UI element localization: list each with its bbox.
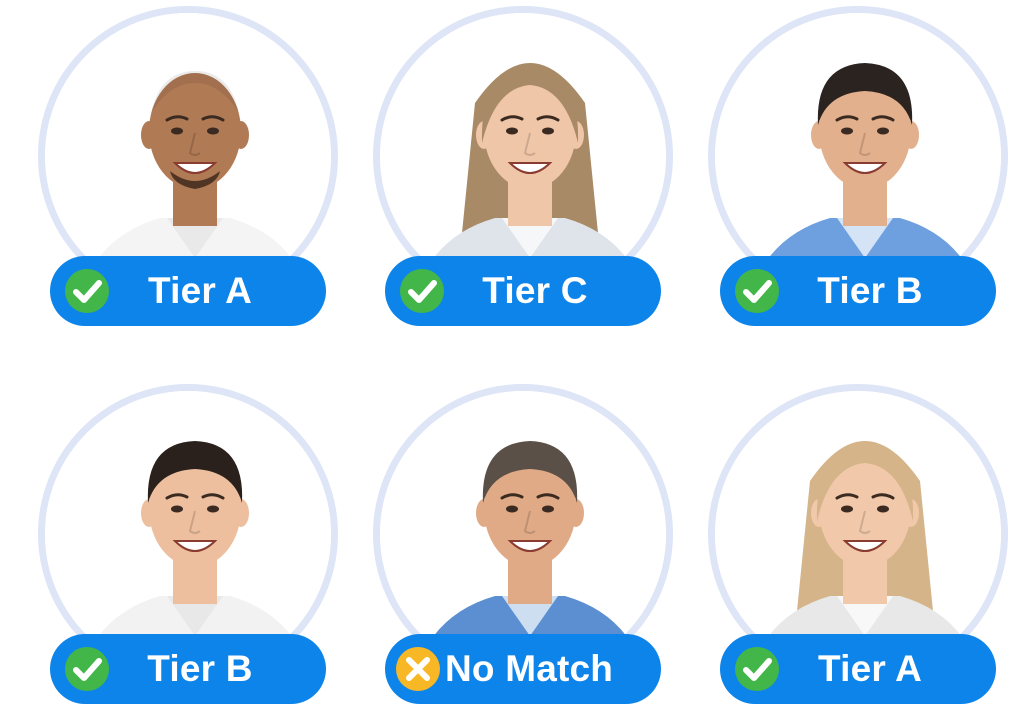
candidate-card-6[interactable]: Tier A <box>708 384 1027 704</box>
candidate-card-2[interactable]: Tier C <box>373 6 693 326</box>
tier-label: Tier B <box>817 270 923 311</box>
tier-badge[interactable]: No Match <box>385 634 661 704</box>
tier-badge[interactable]: Tier A <box>50 256 326 326</box>
x-circle-icon <box>395 646 441 692</box>
check-circle-icon <box>64 646 110 692</box>
check-circle-icon <box>399 268 445 314</box>
tier-label: Tier A <box>817 648 923 689</box>
candidate-card-5[interactable]: No Match <box>373 384 693 704</box>
tier-badge[interactable]: Tier B <box>50 634 326 704</box>
check-circle-icon <box>734 646 780 692</box>
tier-badge[interactable]: Tier B <box>720 256 996 326</box>
tier-label: Tier C <box>482 270 588 311</box>
candidate-card-1[interactable]: Tier A <box>38 6 358 326</box>
tier-badge[interactable]: Tier C <box>385 256 661 326</box>
check-circle-icon <box>734 268 780 314</box>
check-circle-icon <box>64 268 110 314</box>
tier-label: Tier B <box>147 648 253 689</box>
candidate-card-3[interactable]: Tier B <box>708 6 1027 326</box>
candidate-card-4[interactable]: Tier B <box>38 384 358 704</box>
tier-label: Tier A <box>147 270 253 311</box>
tier-badge[interactable]: Tier A <box>720 634 996 704</box>
tier-label: No Match <box>445 648 614 689</box>
